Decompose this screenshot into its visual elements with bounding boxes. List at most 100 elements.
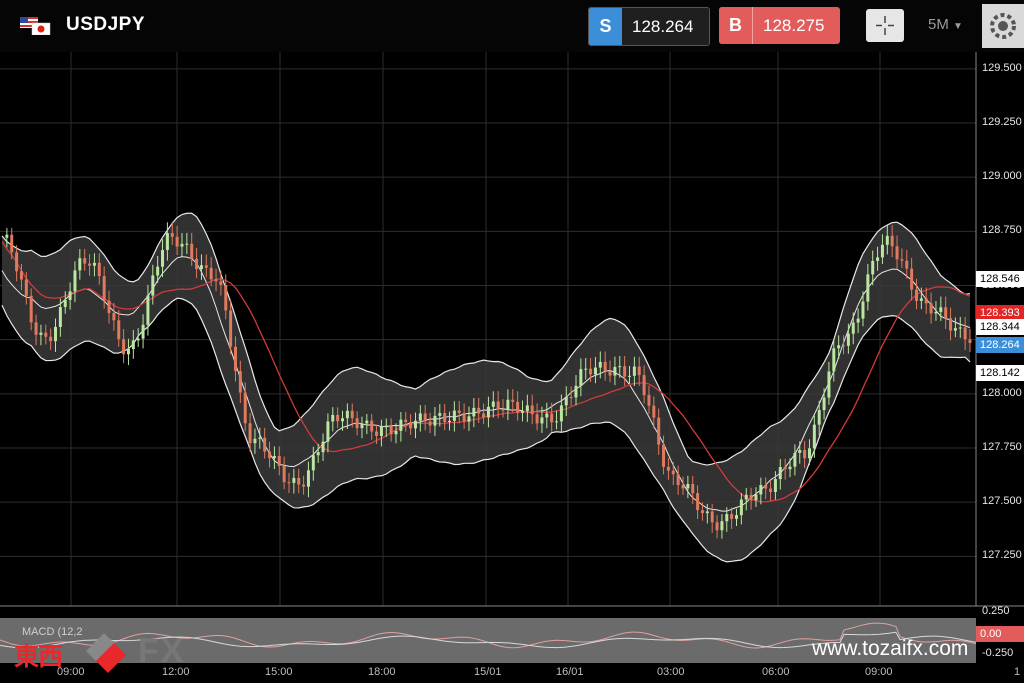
candle-body <box>482 413 486 418</box>
settings-gear-icon[interactable] <box>982 4 1024 48</box>
candle-body <box>652 405 656 418</box>
candle-body <box>272 455 276 459</box>
candle-body <box>856 318 860 323</box>
candle-body <box>214 279 218 282</box>
macd-upper-tick: 0.250 <box>982 605 1010 617</box>
candle-body <box>452 410 456 421</box>
candle-body <box>968 339 972 343</box>
candle-body <box>389 425 393 435</box>
candle-body <box>730 514 734 519</box>
candle-body <box>161 249 165 267</box>
macd-lower-tick: -0.250 <box>982 647 1014 659</box>
price-chart[interactable] <box>0 52 1024 618</box>
candle-body <box>827 371 831 398</box>
candle-body <box>929 303 933 314</box>
candle-body <box>516 401 520 413</box>
price-tick-label: 129.500 <box>982 61 1022 74</box>
candle-body <box>175 236 179 247</box>
candle-body <box>725 514 729 522</box>
candle-body <box>579 369 583 386</box>
watermark-url: www.tozaifx.com <box>812 637 969 660</box>
candle-body <box>297 477 301 485</box>
candle-body <box>671 470 675 475</box>
candle-body <box>306 470 310 487</box>
candle-body <box>49 336 53 342</box>
candle-body <box>131 340 135 350</box>
candle-body <box>44 332 48 337</box>
candle-body <box>754 494 758 501</box>
candle-body <box>277 455 281 467</box>
candle-body <box>122 339 126 355</box>
candle-body <box>233 346 237 372</box>
candle-body <box>477 407 481 414</box>
candle-body <box>243 392 247 424</box>
candle-body <box>292 477 296 483</box>
candle-body <box>511 399 515 402</box>
candle-body <box>618 366 622 368</box>
candle-body <box>584 368 588 370</box>
candle-body <box>817 410 821 425</box>
candle-body <box>63 299 67 308</box>
candle-body <box>287 482 291 484</box>
candle-body <box>112 313 116 321</box>
price-tag: 128.344 <box>976 319 1024 335</box>
price-tick-label: 129.000 <box>982 170 1022 183</box>
candle-body <box>238 371 242 393</box>
sell-tag: S <box>589 8 622 45</box>
candle-body <box>34 322 38 335</box>
candle-body <box>268 451 272 459</box>
symbol-title[interactable]: USDJPY <box>66 14 145 36</box>
time-tick-label: 03:00 <box>657 666 685 678</box>
candle-body <box>880 244 884 258</box>
candle-body <box>19 271 23 280</box>
candle-body <box>151 275 155 296</box>
sell-button[interactable]: S 128.264 <box>588 7 710 46</box>
candle-body <box>24 279 28 296</box>
price-tag: 128.546 <box>976 271 1024 287</box>
candle-body <box>846 333 850 346</box>
candle-body <box>900 259 904 261</box>
price-tick-label: 127.250 <box>982 549 1022 562</box>
candle-body <box>126 349 130 355</box>
chevron-down-icon: ▼ <box>953 21 963 32</box>
candle-body <box>141 324 145 339</box>
candle-body <box>345 410 349 419</box>
candle-body <box>404 419 408 422</box>
candle-body <box>399 419 403 431</box>
price-tick-label: 127.750 <box>982 441 1022 453</box>
candle-body <box>686 483 690 489</box>
candle-body <box>491 401 495 407</box>
candle-body <box>793 452 797 467</box>
candle-body <box>54 326 58 342</box>
candle-body <box>443 413 447 423</box>
candle-body <box>219 281 223 285</box>
candle-body <box>914 289 918 301</box>
candle-body <box>97 262 101 277</box>
candle-body <box>589 368 593 375</box>
candle-body <box>735 515 739 519</box>
candle-body <box>156 266 160 276</box>
candle-body <box>715 522 719 531</box>
candle-body <box>773 479 777 492</box>
candle-body <box>520 411 524 413</box>
candle-body <box>423 413 427 422</box>
candle-body <box>871 260 875 275</box>
candle-body <box>666 466 670 471</box>
candle-body <box>224 284 228 311</box>
candle-body <box>472 407 476 417</box>
candle-body <box>336 414 340 422</box>
candle-body <box>890 235 894 247</box>
buy-button[interactable]: B 128.275 <box>719 7 840 44</box>
crosshair-button[interactable] <box>866 9 904 42</box>
candle-body <box>778 467 782 480</box>
candle-body <box>355 418 359 429</box>
candle-body <box>428 421 432 426</box>
buy-tag: B <box>719 7 753 44</box>
timeframe-selector[interactable]: 5M ▼ <box>928 16 963 33</box>
candle-body <box>326 421 330 442</box>
candle-body <box>360 423 364 429</box>
candle-body <box>662 444 666 467</box>
candle-body <box>637 366 641 376</box>
candle-body <box>83 258 87 264</box>
candle-body <box>759 484 763 495</box>
